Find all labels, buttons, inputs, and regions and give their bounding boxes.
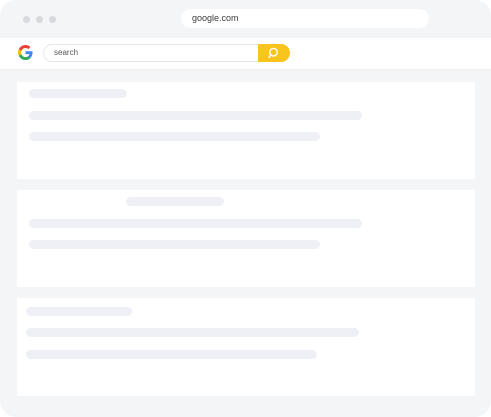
search-icon (268, 47, 278, 59)
address-bar[interactable]: google.com (181, 9, 429, 28)
result-title-placeholder (29, 89, 127, 98)
search-toolbar: search (0, 38, 491, 69)
google-logo-icon (18, 45, 33, 60)
result-card[interactable] (17, 298, 475, 396)
result-line-placeholder (29, 240, 320, 249)
result-title-placeholder (26, 307, 132, 316)
result-card[interactable] (17, 82, 475, 179)
window-dot-close[interactable] (23, 16, 30, 23)
title-bar: google.com (0, 0, 491, 38)
result-line-placeholder (29, 132, 320, 141)
result-line-placeholder (26, 328, 359, 337)
window-dot-minimize[interactable] (36, 16, 43, 23)
result-line-placeholder (26, 350, 317, 359)
result-line-placeholder (29, 219, 362, 228)
search-button[interactable] (258, 44, 290, 62)
result-card[interactable] (17, 190, 475, 287)
search-box[interactable]: search (43, 44, 290, 62)
result-line-placeholder (29, 111, 362, 120)
search-input[interactable]: search (54, 45, 78, 61)
window-dot-maximize[interactable] (49, 16, 56, 23)
result-title-placeholder (126, 197, 224, 206)
browser-window: google.com search (0, 0, 491, 417)
